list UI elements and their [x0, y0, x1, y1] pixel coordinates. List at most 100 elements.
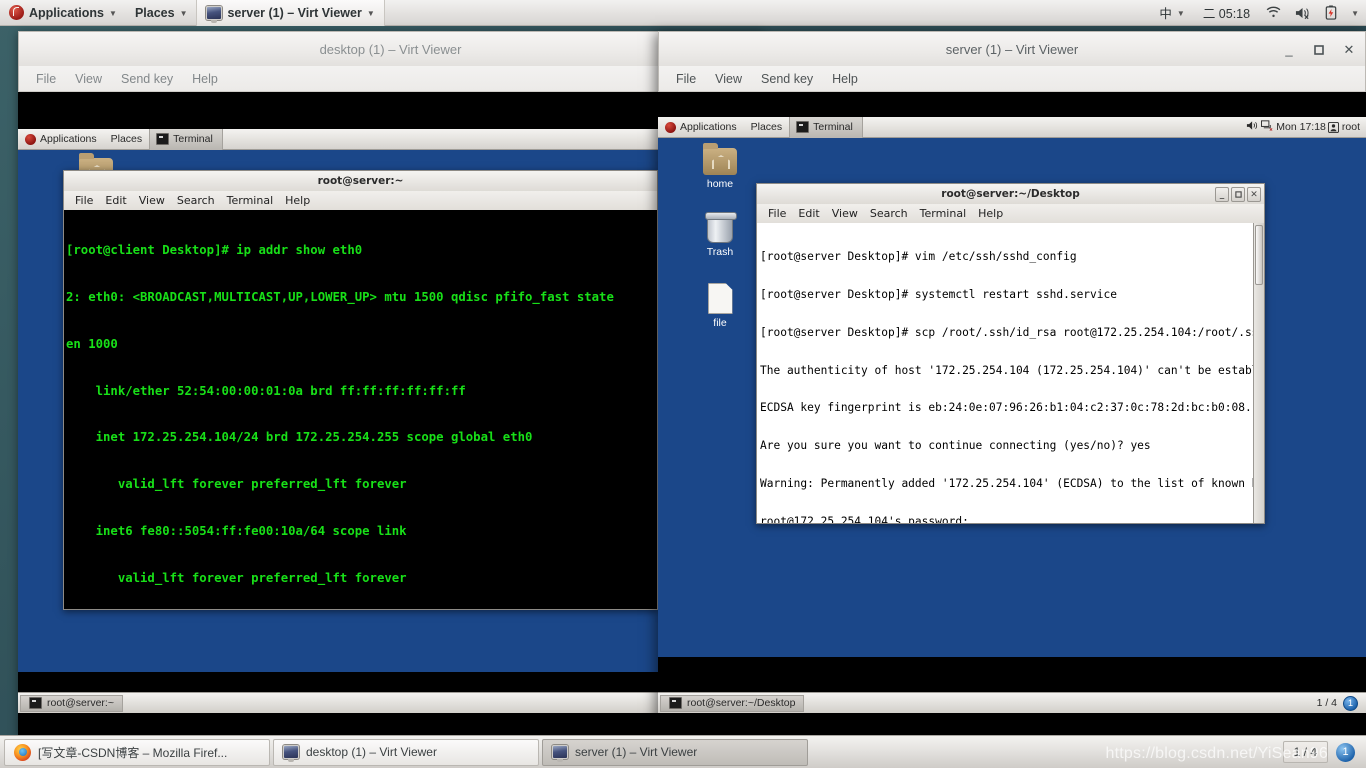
- taskbar-button-server-virt-viewer[interactable]: server (1) – Virt Viewer: [542, 738, 808, 766]
- chevron-down-icon: ▼: [1176, 9, 1185, 18]
- left-term-menu-edit[interactable]: Edit: [100, 193, 131, 208]
- user-menu[interactable]: root: [1327, 121, 1360, 133]
- maximize-icon[interactable]: [1231, 187, 1245, 202]
- left-menu-help[interactable]: Help: [185, 70, 225, 88]
- terminal-line: link/ether 52:54:00:00:01:0a brd ff:ff:f…: [66, 383, 466, 398]
- right-guest-taskbar-item[interactable]: root@server:~/Desktop: [660, 694, 805, 712]
- chevron-down-icon: ▼: [366, 9, 375, 18]
- left-guest-top-panel: Applications Places Terminal Mo: [18, 128, 763, 150]
- left-letterbox-top: [18, 92, 763, 129]
- left-terminal-window[interactable]: root@server:~ File Edit View Search Term…: [63, 170, 658, 610]
- terminal-line: [root@client Desktop]# ip addr show eth0: [66, 243, 363, 258]
- close-icon[interactable]: ✕: [1247, 187, 1261, 202]
- host-active-window-label: server (1) – Virt Viewer: [227, 5, 362, 20]
- host-clock[interactable]: 二 05:18: [1194, 0, 1259, 26]
- virt-viewer-window-server[interactable]: server (1) – Virt Viewer _ ✕ File View S…: [658, 31, 1366, 736]
- right-terminal-window-controls[interactable]: _ ✕: [1215, 187, 1261, 202]
- right-term-menu-file[interactable]: File: [763, 206, 791, 221]
- host-tray: 中 ▼ 二 05:18 ▼: [1150, 0, 1366, 26]
- right-guest-places-menu[interactable]: Places: [744, 117, 790, 138]
- minimize-icon[interactable]: _: [1281, 42, 1297, 58]
- right-guest-desktop[interactable]: home Trash file root@server:~/Desktop _: [658, 138, 1366, 657]
- virt-viewer-window-desktop[interactable]: desktop (1) – Virt Viewer File View Send…: [18, 31, 763, 736]
- terminal-scrollbar[interactable]: [1253, 223, 1264, 523]
- battery-charging-icon[interactable]: [1318, 0, 1344, 26]
- right-guest-display[interactable]: Applications Places Terminal Mon 17:18 r…: [658, 92, 1366, 735]
- right-terminal-title: root@server:~/Desktop: [941, 188, 1080, 200]
- right-term-menu-edit[interactable]: Edit: [793, 206, 824, 221]
- host-clock-label: 二 05:18: [1202, 7, 1251, 21]
- host-workspace-switcher[interactable]: 1 / 4 1: [1282, 741, 1362, 763]
- left-window-menubar[interactable]: File View Send key Help: [18, 66, 763, 92]
- left-window-titlebar[interactable]: desktop (1) – Virt Viewer: [18, 31, 763, 66]
- right-menu-view[interactable]: View: [708, 70, 749, 88]
- desktop-icon-home[interactable]: home: [690, 143, 750, 190]
- input-method-indicator[interactable]: 中 ▼: [1150, 0, 1193, 26]
- right-window-menubar[interactable]: File View Send key Help: [658, 66, 1366, 92]
- minimize-icon[interactable]: _: [1215, 187, 1229, 202]
- volume-icon[interactable]: [1246, 120, 1259, 134]
- desktop-icon-file[interactable]: file: [690, 283, 750, 329]
- host-workspace-badge[interactable]: 1: [1336, 742, 1355, 762]
- left-menu-send-key[interactable]: Send key: [114, 70, 180, 88]
- left-guest-display[interactable]: Applications Places Terminal Mo: [18, 92, 763, 735]
- right-terminal-titlebar[interactable]: root@server:~/Desktop _ ✕: [756, 183, 1265, 204]
- right-menu-file[interactable]: File: [669, 70, 703, 88]
- right-guest-workspace-label: 1 / 4: [1316, 697, 1337, 709]
- taskbar-button-firefox[interactable]: [写文章-CSDN博客 – Mozilla Firef...: [4, 738, 270, 766]
- left-term-menu-file[interactable]: File: [70, 193, 98, 208]
- right-terminal-screen[interactable]: [root@server Desktop]# vim /etc/ssh/sshd…: [757, 223, 1264, 523]
- right-guest-workspace-switcher[interactable]: 1 / 4 1: [1316, 695, 1366, 711]
- right-terminal-menubar[interactable]: File Edit View Search Terminal Help: [756, 204, 1265, 223]
- terminal-line: Warning: Permanently added '172.25.254.1…: [760, 476, 1264, 490]
- host-active-window-menu[interactable]: server (1) – Virt Viewer ▼: [196, 0, 385, 26]
- left-guest-task-terminal[interactable]: Terminal: [149, 128, 223, 150]
- terminal-icon: [669, 697, 682, 709]
- left-menu-file[interactable]: File: [29, 70, 63, 88]
- workspace-badge[interactable]: 1: [1343, 695, 1358, 711]
- desktop-icon-trash[interactable]: Trash: [690, 212, 750, 258]
- right-window-titlebar[interactable]: server (1) – Virt Viewer _ ✕: [658, 31, 1366, 66]
- right-term-menu-help[interactable]: Help: [973, 206, 1008, 221]
- host-applications-menu[interactable]: Applications ▼: [0, 0, 126, 26]
- left-guest-taskbar-item[interactable]: root@server:~: [20, 694, 123, 712]
- left-terminal-menubar[interactable]: File Edit View Search Terminal Help: [63, 191, 658, 210]
- taskbar-button-desktop-virt-viewer[interactable]: desktop (1) – Virt Viewer: [273, 738, 539, 766]
- left-guest-applications-menu[interactable]: Applications: [18, 129, 104, 150]
- left-term-menu-terminal[interactable]: Terminal: [222, 193, 279, 208]
- left-terminal-screen[interactable]: [root@client Desktop]# ip addr show eth0…: [63, 210, 658, 610]
- left-term-menu-view[interactable]: View: [134, 193, 170, 208]
- close-icon[interactable]: ✕: [1341, 42, 1357, 58]
- right-term-menu-view[interactable]: View: [827, 206, 863, 221]
- right-guest-clock[interactable]: Mon 17:18: [1276, 121, 1326, 133]
- right-guest-applications-menu[interactable]: Applications: [658, 117, 744, 138]
- left-terminal-title: root@server:~: [317, 175, 404, 187]
- right-guest-task-terminal[interactable]: Terminal: [789, 116, 863, 138]
- firefox-icon: [14, 743, 31, 761]
- network-icon[interactable]: [1261, 120, 1274, 134]
- right-window-controls[interactable]: _ ✕: [1281, 32, 1357, 67]
- left-window-title: desktop (1) – Virt Viewer: [319, 41, 462, 57]
- right-term-menu-terminal[interactable]: Terminal: [915, 206, 972, 221]
- volume-muted-icon[interactable]: [1288, 0, 1318, 26]
- maximize-icon[interactable]: [1311, 42, 1327, 58]
- host-workspace-label[interactable]: 1 / 4: [1282, 741, 1328, 763]
- terminal-line: 2: eth0: <BROADCAST,MULTICAST,UP,LOWER_U…: [66, 289, 614, 304]
- right-guest-taskbar-label: root@server:~/Desktop: [687, 697, 796, 709]
- left-menu-view[interactable]: View: [68, 70, 109, 88]
- left-guest-places-menu[interactable]: Places: [104, 129, 150, 150]
- left-term-menu-search[interactable]: Search: [172, 193, 220, 208]
- left-term-menu-help[interactable]: Help: [280, 193, 315, 208]
- fedora-logo-icon: [25, 133, 36, 145]
- right-term-menu-search[interactable]: Search: [865, 206, 913, 221]
- right-terminal-window[interactable]: root@server:~/Desktop _ ✕ File Edit View…: [756, 183, 1265, 524]
- left-guest-desktop[interactable]: root@server:~ File Edit View Search Term…: [18, 150, 763, 672]
- host-places-menu[interactable]: Places ▼: [126, 0, 197, 26]
- wifi-icon[interactable]: [1259, 0, 1288, 26]
- right-menu-help[interactable]: Help: [825, 70, 865, 88]
- left-terminal-titlebar[interactable]: root@server:~: [63, 170, 658, 191]
- system-menu-chevron-icon[interactable]: ▼: [1344, 0, 1366, 26]
- scrollbar-thumb[interactable]: [1255, 225, 1263, 285]
- terminal-line: ECDSA key fingerprint is eb:24:0e:07:96:…: [760, 401, 1252, 415]
- right-menu-send-key[interactable]: Send key: [754, 70, 820, 88]
